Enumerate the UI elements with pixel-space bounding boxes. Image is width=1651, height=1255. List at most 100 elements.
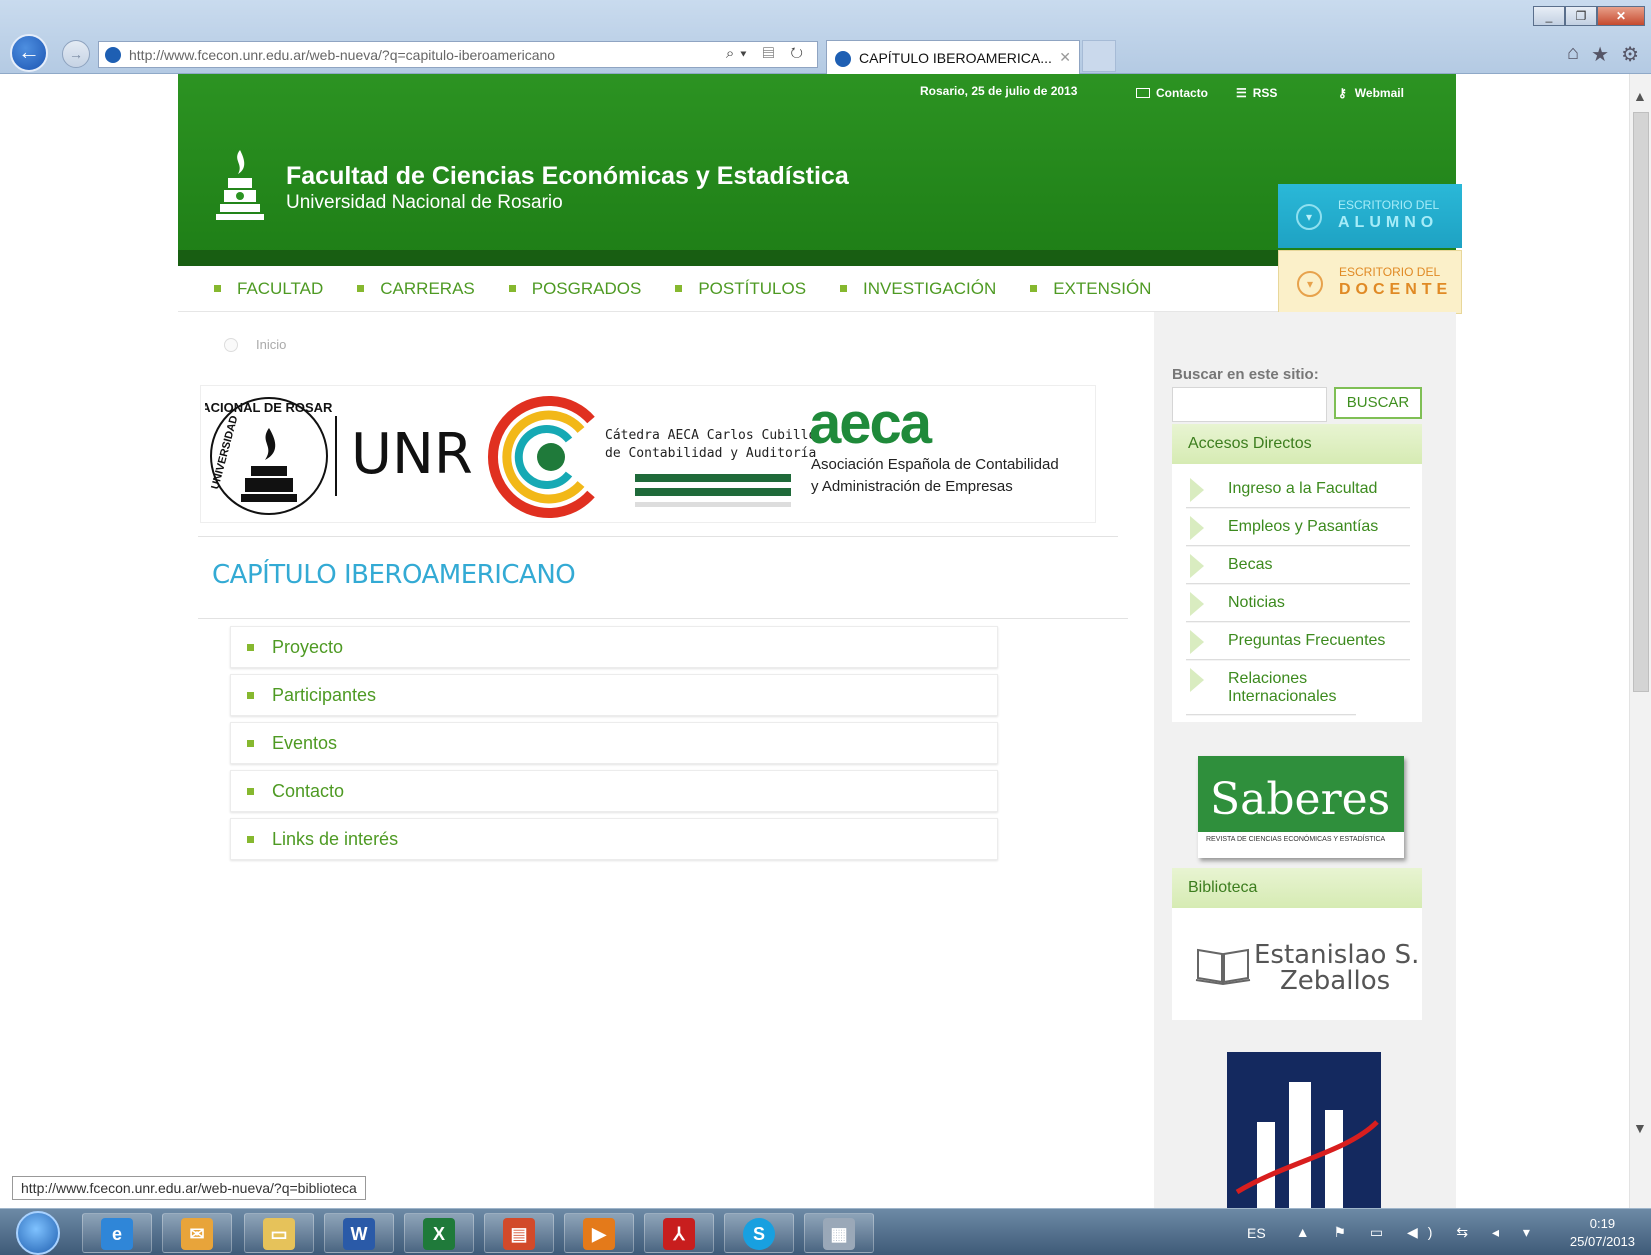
institutional-logo[interactable]: [1227, 1052, 1381, 1208]
page-viewport: Rosario, 25 de julio de 2013 Contacto ☰ R…: [0, 74, 1651, 1208]
banner-divider: [335, 416, 337, 496]
media-player-icon: ▶: [583, 1218, 615, 1250]
minimize-button[interactable]: _: [1533, 6, 1565, 26]
arrow-right-icon: [1190, 478, 1204, 502]
sidebar-item-becas[interactable]: Becas: [1186, 546, 1410, 584]
new-tab-button[interactable]: [1082, 40, 1116, 72]
accesos-directos-heading: Accesos Directos: [1172, 424, 1422, 464]
sidebar-item-ingreso[interactable]: Ingreso a la Facultad: [1186, 470, 1410, 508]
taskbar-excel[interactable]: X: [404, 1213, 474, 1253]
biblioteca-heading: Biblioteca: [1172, 868, 1422, 908]
tab-active[interactable]: CAPÍTULO IBEROAMERICA... ✕: [826, 40, 1080, 74]
menu-item-investigacion[interactable]: INVESTIGACIÓN: [840, 279, 996, 299]
tab-title: CAPÍTULO IBEROAMERICA...: [859, 50, 1052, 66]
scroll-down-icon[interactable]: ▼: [1633, 1120, 1647, 1136]
escritorio-alumno-button[interactable]: ▾ ESCRITORIO DEL ALUMNO: [1278, 184, 1462, 248]
taskbar-outlook[interactable]: ✉: [162, 1213, 232, 1253]
sidebar-item-empleos[interactable]: Empleos y Pasantías: [1186, 508, 1410, 546]
divider: [198, 536, 1118, 537]
sidebar-item-relaciones[interactable]: Relaciones Internacionales: [1186, 660, 1356, 715]
unr-seal-icon: NACIONAL DE ROSARIO UNIVERSIDAD: [205, 397, 333, 515]
menu-item-extension[interactable]: EXTENSIÓN: [1030, 279, 1151, 299]
saberes-banner[interactable]: Saberes REVISTA DE CIENCIAS ECONÓMICAS Y…: [1198, 756, 1404, 858]
menu-label: POSTÍTULOS: [698, 278, 807, 298]
bullet-icon: [247, 691, 254, 699]
contact-link[interactable]: Contacto: [1136, 86, 1208, 100]
back-button[interactable]: ←: [10, 34, 48, 72]
list-item[interactable]: Proyecto: [230, 626, 998, 668]
taskbar-media[interactable]: ▶: [564, 1213, 634, 1253]
presentation-app-icon: ▤: [503, 1218, 535, 1250]
menu-item-carreras[interactable]: CARRERAS: [357, 279, 475, 299]
menu-item-postitulos[interactable]: POSTÍTULOS: [675, 279, 806, 299]
taskbar-skype[interactable]: S: [724, 1213, 794, 1253]
university-logo-icon[interactable]: [214, 146, 266, 222]
rss-link[interactable]: ☰ RSS: [1236, 86, 1277, 100]
taskbar-calculator[interactable]: ▦: [804, 1213, 874, 1253]
taskbar-ie[interactable]: e: [82, 1213, 152, 1253]
taskbar-explorer[interactable]: ▭: [244, 1213, 314, 1253]
address-bar[interactable]: http://www.fcecon.unr.edu.ar/web-nueva/?…: [98, 41, 818, 68]
arrow-right-icon: [1190, 668, 1204, 692]
home-icon[interactable]: ⌂: [1567, 42, 1579, 67]
forward-button[interactable]: →: [62, 40, 90, 68]
biblioteca-panel[interactable]: Estanislao S. Zeballos: [1172, 908, 1422, 1020]
bullet-icon: [247, 787, 254, 795]
restore-button[interactable]: ❐: [1565, 6, 1597, 26]
breadcrumb: Inicio: [224, 337, 286, 352]
catedra-line1: Cátedra AECA Carlos Cubillo: [605, 428, 817, 443]
list-item[interactable]: Participantes: [230, 674, 998, 716]
contact-label: Contacto: [1156, 86, 1208, 100]
window-controls: _ ❐ ✕: [1533, 6, 1645, 26]
scroll-up-icon[interactable]: ▲: [1633, 88, 1647, 104]
scrollbar-thumb[interactable]: [1633, 112, 1649, 692]
favorites-star-icon[interactable]: ★: [1591, 42, 1609, 67]
address-tools-icon[interactable]: ⌕▾ ▤ ↻: [726, 45, 809, 62]
sidebar-item-noticias[interactable]: Noticias: [1186, 584, 1410, 622]
start-button[interactable]: [16, 1211, 60, 1255]
seal-left-text: UNIVERSIDAD: [209, 414, 240, 490]
site-title[interactable]: Facultad de Ciencias Económicas y Estadí…: [286, 162, 849, 191]
taskbar-word[interactable]: W: [324, 1213, 394, 1253]
browser-chrome: _ ❐ ✕ ← → http://www.fcecon.unr.edu.ar/w…: [0, 0, 1651, 74]
browser-toolbar-icons: ⌂ ★ ⚙: [1567, 42, 1639, 67]
menu-item-facultad[interactable]: FACULTAD: [214, 279, 323, 299]
rss-icon: ☰: [1236, 86, 1247, 100]
menu-item-posgrados[interactable]: POSGRADOS: [508, 278, 642, 299]
search-input[interactable]: [1172, 387, 1327, 422]
tray-icons[interactable]: ▲ ⚑ ▭ ◀) ⇆ ◂ ▾: [1296, 1224, 1540, 1241]
webmail-link[interactable]: ⚷ Webmail: [1338, 86, 1404, 100]
taskbar-presentation[interactable]: ▤: [484, 1213, 554, 1253]
gear-icon[interactable]: ⚙: [1621, 42, 1639, 67]
list-item[interactable]: Contacto: [230, 770, 998, 812]
sidebar-item-preguntas[interactable]: Preguntas Frecuentes: [1186, 622, 1410, 660]
list-item[interactable]: Eventos: [230, 722, 998, 764]
menu-label: POSGRADOS: [531, 278, 642, 298]
language-indicator[interactable]: ES: [1247, 1225, 1266, 1241]
list-item[interactable]: Links de interés: [230, 818, 998, 860]
key-icon: ⚷: [1338, 86, 1347, 100]
catedra-strip-1: [635, 474, 791, 482]
saberes-subtitle: REVISTA DE CIENCIAS ECONÓMICAS Y ESTADÍS…: [1206, 836, 1386, 843]
subpage-label: Contacto: [272, 780, 345, 801]
tab-close-icon[interactable]: ✕: [1059, 49, 1071, 66]
catedra-line2: de Contabilidad y Auditoría: [605, 446, 817, 461]
header-date: Rosario, 25 de julio de 2013: [920, 84, 1078, 98]
breadcrumb-inicio[interactable]: Inicio: [256, 337, 286, 352]
tab-favicon-icon: [835, 51, 851, 67]
arrow-right-icon: [1190, 592, 1204, 616]
taskbar-acrobat[interactable]: ⅄: [644, 1213, 714, 1253]
clock[interactable]: 0:19 25/07/2013: [1570, 1215, 1635, 1251]
site-favicon-icon: [105, 47, 121, 63]
close-window-button[interactable]: ✕: [1597, 6, 1645, 26]
search-button[interactable]: BUSCAR: [1334, 387, 1422, 419]
excel-icon: X: [423, 1218, 455, 1250]
search-label: Buscar en este sitio:: [1172, 366, 1319, 383]
arrow-right-icon: [1190, 516, 1204, 540]
subpage-list: Proyecto Participantes Eventos Contacto …: [230, 626, 998, 866]
vertical-scrollbar[interactable]: ▲ ▼: [1629, 74, 1651, 1208]
subpage-label: Proyecto: [272, 636, 344, 657]
sidebar-item-label: Preguntas Frecuentes: [1228, 632, 1386, 649]
escritorio-docente-button[interactable]: ▾ ESCRITORIO DEL DOCENTE: [1278, 250, 1462, 314]
biblioteca-name-line2: Zeballos: [1280, 966, 1391, 996]
